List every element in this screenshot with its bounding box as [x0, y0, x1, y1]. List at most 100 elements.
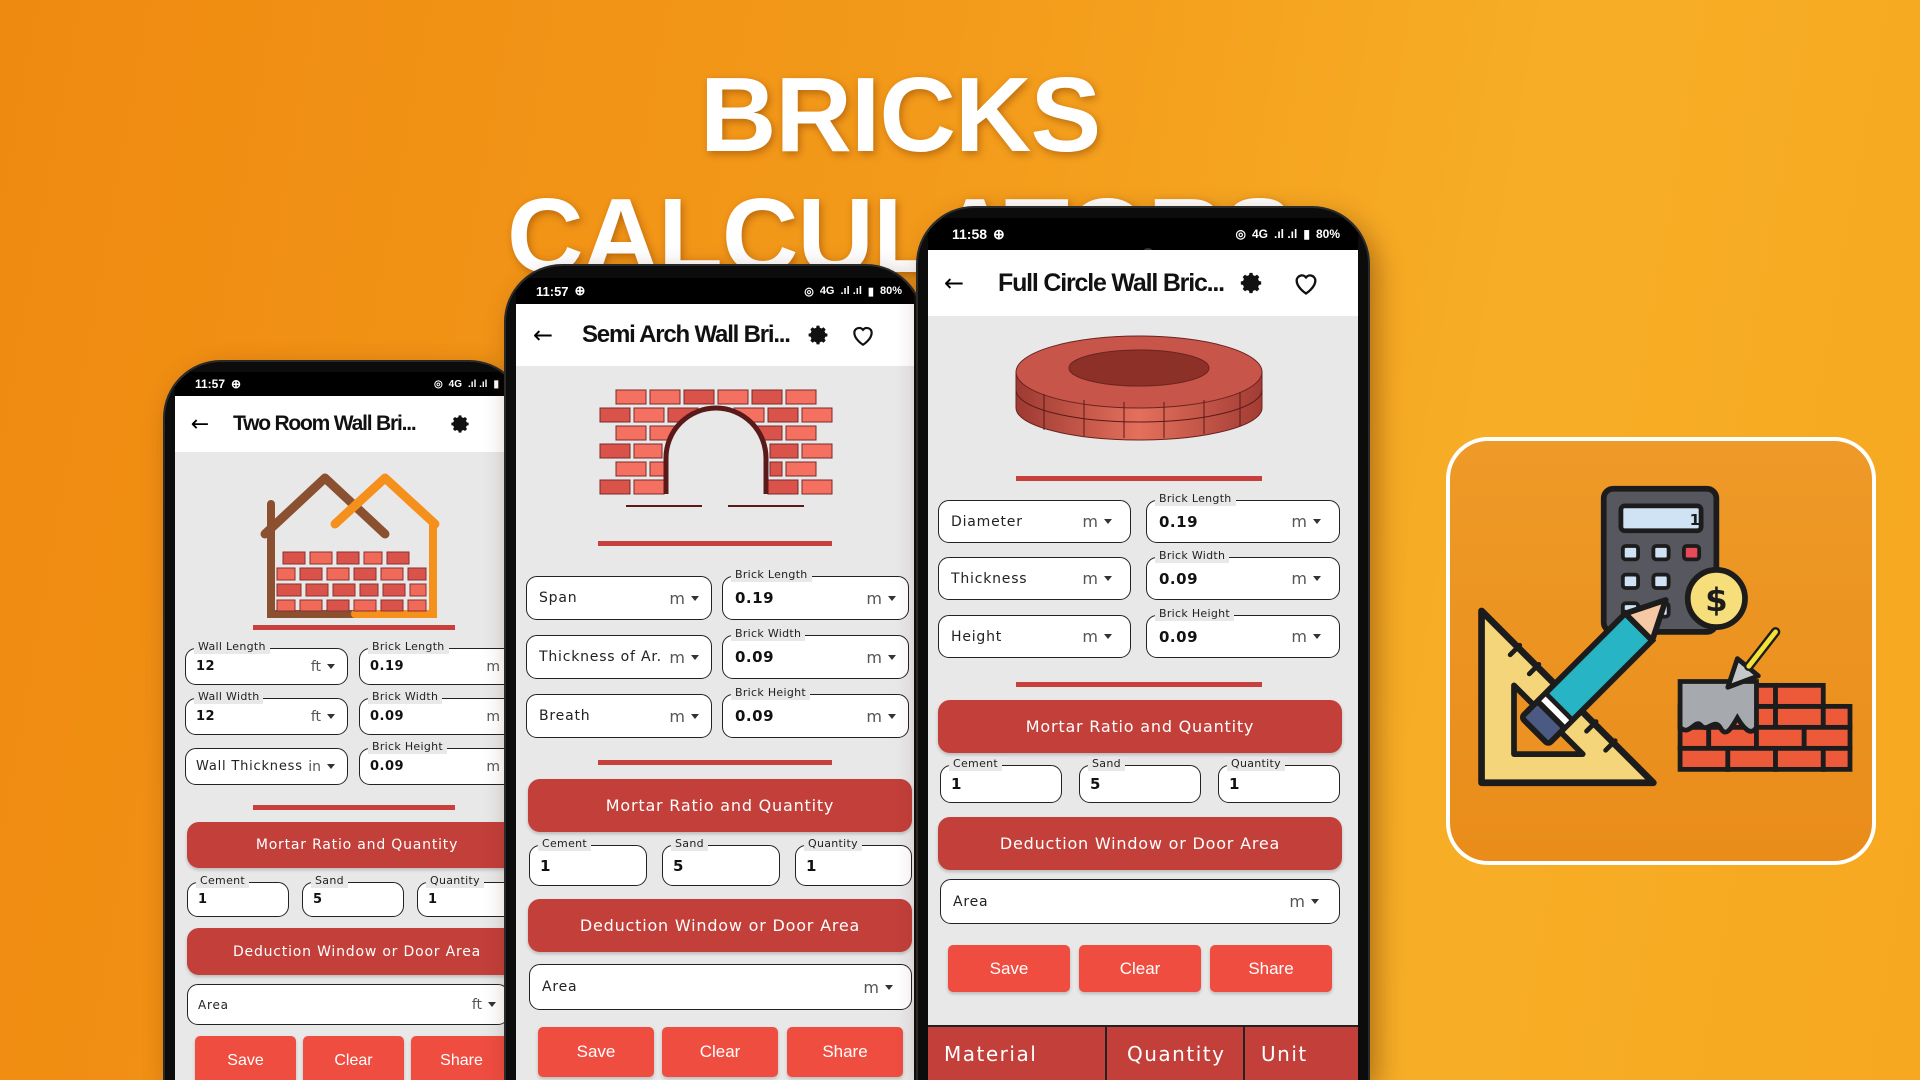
back-arrow-icon[interactable]: ← — [516, 321, 562, 349]
network-type: 4G — [819, 285, 835, 297]
brick-height-field[interactable]: Brick Height 0.09 m — [359, 740, 519, 785]
save-button[interactable]: Save — [538, 1027, 654, 1077]
span-field[interactable]: Span m — [526, 576, 712, 620]
unit-label: m — [866, 647, 882, 667]
unit-label: m — [1082, 512, 1098, 531]
sand-field[interactable]: Sand 5 — [1079, 757, 1201, 803]
field-label: Sand — [1088, 757, 1125, 771]
arch-thickness-field[interactable]: Thickness of Ar... m — [526, 635, 712, 679]
area-field[interactable]: Area m — [940, 879, 1340, 924]
breath-field[interactable]: Breath m — [526, 694, 712, 738]
back-arrow-icon[interactable]: ← — [175, 412, 221, 437]
deduction-area-button[interactable]: Deduction Window or Door Area — [187, 928, 525, 975]
settings-gear-icon[interactable] — [1238, 270, 1264, 296]
chevron-down-icon — [327, 664, 335, 669]
brick-width-field[interactable]: Brick Width 0.09 m — [359, 690, 519, 735]
save-button[interactable]: Save — [195, 1036, 296, 1080]
brick-length-field[interactable]: Brick Length 0.19 m — [359, 640, 519, 685]
unit-dropdown[interactable]: m — [1291, 627, 1321, 646]
chevron-down-icon — [1104, 634, 1112, 639]
favorite-heart-icon[interactable] — [1292, 270, 1320, 296]
two-room-house-illustration — [260, 473, 440, 618]
share-button[interactable]: Share — [1210, 945, 1332, 992]
section-divider — [253, 805, 455, 810]
semi-arch-wall-illustration — [599, 389, 833, 507]
brick-width-field[interactable]: Brick Width 0.09 m — [722, 627, 909, 679]
field-label: Brick Height — [368, 740, 448, 754]
share-button[interactable]: Share — [411, 1036, 512, 1080]
wall-width-field[interactable]: Wall Width 12 ft — [185, 690, 348, 735]
field-label: Quantity — [426, 874, 484, 888]
coin-dollar-symbol: $ — [1705, 581, 1728, 619]
screen-title: Two Room Wall Bri... — [233, 412, 417, 435]
settings-gear-icon[interactable] — [449, 413, 471, 435]
chevron-down-icon — [885, 984, 893, 990]
brick-height-field[interactable]: Brick Height 0.09 m — [1146, 607, 1340, 658]
area-field[interactable]: Area m — [529, 964, 912, 1010]
mortar-ratio-button[interactable]: Mortar Ratio and Quantity — [528, 779, 912, 832]
status-time: 11:58 — [952, 226, 988, 242]
mortar-ratio-button[interactable]: Mortar Ratio and Quantity — [187, 822, 525, 868]
unit-dropdown[interactable]: m — [863, 978, 893, 997]
thickness-field[interactable]: Thickness m — [938, 557, 1131, 600]
hotspot-icon: ◎ — [1235, 227, 1246, 241]
field-value: 0.19 — [370, 659, 405, 674]
cement-field[interactable]: Cement 1 — [187, 874, 289, 917]
hotspot-icon: ◎ — [804, 285, 814, 298]
field-value: 5 — [313, 892, 323, 907]
unit-dropdown[interactable]: m — [1082, 627, 1112, 646]
area-field[interactable]: Area ft — [187, 984, 509, 1025]
cement-field[interactable]: Cement 1 — [940, 757, 1062, 803]
sync-icon: ⊕ — [993, 225, 1005, 242]
wall-length-field[interactable]: Wall Length 12 ft — [185, 640, 348, 685]
sand-field[interactable]: Sand 5 — [302, 874, 404, 917]
unit-label: m — [866, 588, 882, 608]
unit-dropdown[interactable]: m — [669, 648, 699, 667]
clear-button[interactable]: Clear — [662, 1027, 778, 1077]
quantity-field[interactable]: Quantity 1 — [795, 837, 912, 886]
unit-dropdown[interactable]: ft — [311, 659, 335, 675]
brick-length-field[interactable]: Brick Length 0.19 m — [1146, 492, 1340, 543]
unit-dropdown[interactable]: m — [866, 648, 896, 667]
quantity-field[interactable]: Quantity 1 — [1218, 757, 1340, 803]
section-divider — [1016, 476, 1262, 481]
phone-screen: 11:58 ⊕ ◎ 4G .ıl .ıl ▮ 80% ← Full Circle… — [928, 218, 1358, 1080]
field-label: Brick Width — [1155, 549, 1230, 563]
brick-width-field[interactable]: Brick Width 0.09 m — [1146, 549, 1340, 600]
back-arrow-icon[interactable]: ← — [928, 269, 972, 297]
unit-dropdown[interactable]: m — [1291, 512, 1321, 531]
wall-thickness-field[interactable]: Wall Thickness in — [185, 748, 348, 785]
share-button[interactable]: Share — [787, 1027, 903, 1077]
clear-button[interactable]: Clear — [1079, 945, 1201, 992]
unit-dropdown[interactable]: m — [1082, 569, 1112, 588]
column-header-material: Material — [928, 1027, 1107, 1080]
cement-field[interactable]: Cement 1 — [529, 837, 647, 886]
clear-button[interactable]: Clear — [303, 1036, 404, 1080]
unit-dropdown[interactable]: m — [866, 707, 896, 726]
diameter-field[interactable]: Diameter m — [938, 500, 1131, 543]
unit-dropdown[interactable]: m — [669, 589, 699, 608]
mortar-ratio-button[interactable]: Mortar Ratio and Quantity — [938, 700, 1342, 753]
unit-dropdown[interactable]: m — [1291, 569, 1321, 588]
brick-height-field[interactable]: Brick Height 0.09 m — [722, 686, 909, 738]
battery-icon: ▮ — [1303, 227, 1310, 241]
sand-field[interactable]: Sand 5 — [662, 837, 780, 886]
unit-dropdown[interactable]: ft — [472, 997, 496, 1013]
unit-dropdown[interactable]: in — [308, 759, 335, 775]
unit-dropdown[interactable]: m — [1082, 512, 1112, 531]
settings-gear-icon[interactable] — [806, 323, 830, 347]
unit-dropdown[interactable]: m — [669, 707, 699, 726]
unit-dropdown[interactable]: m — [866, 589, 896, 608]
field-label: Wall Length — [194, 640, 270, 654]
field-value: 0.19 — [735, 589, 775, 607]
deduction-area-button[interactable]: Deduction Window or Door Area — [528, 899, 912, 952]
brick-length-field[interactable]: Brick Length 0.19 m — [722, 568, 909, 620]
favorite-heart-icon[interactable] — [850, 323, 876, 347]
height-field[interactable]: Height m — [938, 615, 1131, 658]
save-button[interactable]: Save — [948, 945, 1070, 992]
unit-label: m — [866, 706, 882, 726]
unit-dropdown[interactable]: m — [1289, 892, 1319, 911]
deduction-area-button[interactable]: Deduction Window or Door Area — [938, 817, 1342, 870]
chevron-down-icon — [1104, 576, 1112, 581]
unit-dropdown[interactable]: ft — [311, 709, 335, 725]
